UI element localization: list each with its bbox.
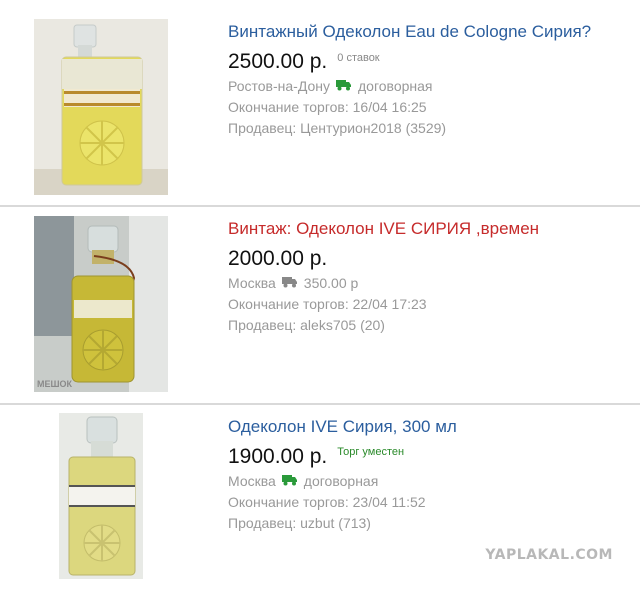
listing-info: Одеколон IVE Сирия, 300 мл 1900.00 р. То… [228,417,457,534]
listing-title[interactable]: Винтажный Одеколон Eau de Cologne Сирия? [228,22,591,42]
bottle-image [34,19,168,195]
delivery-cost: 350.00 р [303,275,359,291]
listing-info: Винтажный Одеколон Eau de Cologne Сирия?… [228,22,591,139]
delivery-row: Москва 350.00 р [228,273,539,294]
product-thumbnail[interactable] [34,19,168,195]
listing-title[interactable]: Винтаж: Одеколон IVE СИРИЯ ,времен [228,219,539,239]
delivery-cost: договорная [303,473,379,489]
bottle-image [59,413,143,579]
listing-price: 2000.00 р. [228,247,328,270]
product-thumbnail[interactable] [59,413,143,579]
seller[interactable]: Продавец: Центурион2018 (3529) [228,118,591,139]
listing-price: 2500.00 р. [228,50,328,73]
auction-end: Окончание торгов: 23/04 11:52 [228,494,426,510]
seller[interactable]: Продавец: aleks705 (20) [228,315,539,336]
auction-end: Окончание торгов: 16/04 16:25 [228,99,427,115]
truck-icon [281,273,298,294]
listing-info: Винтаж: Одеколон IVE СИРИЯ ,времен 2000.… [228,219,539,336]
image-watermark: МЕШОК [37,379,73,389]
product-thumbnail[interactable]: МЕШОК [34,216,168,392]
city: Ростов-на-Дону [228,78,330,94]
delivery-row: Ростов-на-Дону договорная [228,76,591,97]
site-watermark: YAPLAKAL.COM [485,547,613,563]
bids-count: 0 ставок [337,52,380,64]
city: Москва [228,473,276,489]
city: Москва [228,275,276,291]
seller[interactable]: Продавец: uzbut (713) [228,513,457,534]
truck-icon [281,471,298,492]
bottle-image [34,216,168,392]
listing-price: 1900.00 р. [228,445,328,468]
listing-title[interactable]: Одеколон IVE Сирия, 300 мл [228,417,457,437]
delivery-row: Москва договорная [228,471,457,492]
truck-icon [336,76,352,97]
auction-end: Окончание торгов: 22/04 17:23 [228,296,427,312]
listing-item: МЕШОК Винтаж: Одеколон IVE СИРИЯ ,времен… [0,207,640,403]
negotiable-badge: Торг уместен [337,446,405,458]
listing-item: Винтажный Одеколон Eau de Cologne Сирия?… [0,0,640,205]
delivery-cost: договорная [358,78,433,94]
